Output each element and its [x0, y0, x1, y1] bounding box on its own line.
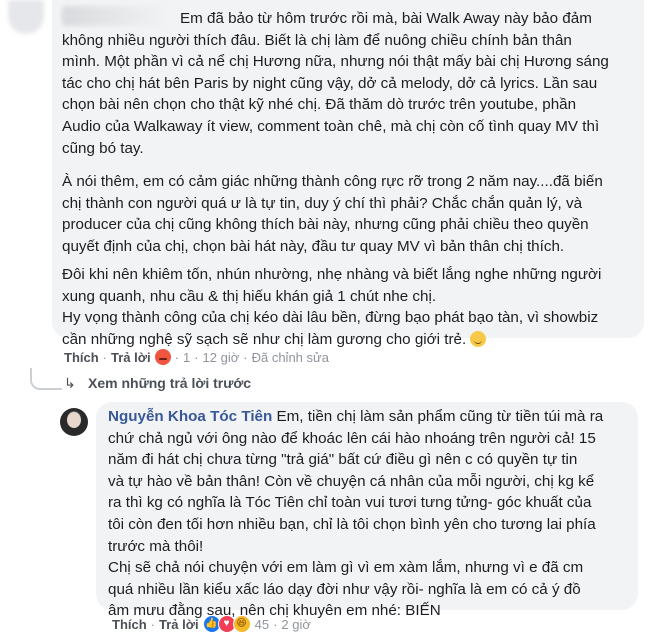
haha-reaction-icon: 😆 — [232, 615, 251, 633]
separator-dot: · — [150, 616, 156, 632]
separator-dot: · — [243, 349, 248, 365]
comment-paragraph-1: Em đã bảo từ hôm trước rồi mà, bài Walk … — [62, 10, 609, 157]
reply-button[interactable]: Trả lời — [159, 617, 199, 632]
comment-paragraph-3: Đôi khi nên khiêm tốn, nhún nhường, nhẹ … — [62, 266, 602, 348]
thread-connector — [30, 368, 62, 390]
separator-dot: · — [102, 349, 108, 365]
blurred-avatar — [8, 0, 44, 34]
comment-actions: Thích · Trả lời · 1 · 12 giờ · Đã chỉnh … — [64, 349, 329, 365]
reply-time[interactable]: 2 giờ — [281, 617, 311, 632]
reply-arrow-icon: ↳ — [64, 375, 76, 391]
view-previous-replies-link[interactable]: Xem những trả lời trước — [88, 375, 251, 391]
like-button[interactable]: Thích — [112, 617, 147, 632]
reply-author-avatar[interactable] — [60, 408, 88, 436]
angry-reaction-icon[interactable] — [154, 349, 171, 365]
reaction-count[interactable]: 1 — [183, 350, 190, 365]
reaction-icons[interactable]: 👍 ♥ 😆 — [202, 615, 251, 633]
separator-dot: · — [194, 349, 199, 365]
reply-text: Nguyễn Khoa Tóc Tiên Em, tiền chị làm sả… — [108, 406, 634, 622]
separator-dot: · — [273, 616, 278, 632]
smile-emoji-icon — [470, 330, 487, 347]
like-button[interactable]: Thích — [64, 350, 99, 365]
edited-label[interactable]: Đã chỉnh sửa — [252, 350, 329, 365]
comment-time[interactable]: 12 giờ — [203, 350, 240, 365]
reply-author-name[interactable]: Nguyễn Khoa Tóc Tiên — [108, 408, 272, 425]
reaction-count[interactable]: 45 — [255, 617, 269, 632]
reply-button[interactable]: Trả lời — [111, 350, 151, 365]
reply-actions: Thích · Trả lời 👍 ♥ 😆 45 · 2 giờ — [112, 615, 311, 633]
separator-dot: · — [174, 349, 179, 365]
reply-body: Em, tiền chị làm sản phẩm cũng từ tiền t… — [108, 408, 604, 620]
comment-paragraph-2: À nói thêm, em có cảm giác những thành c… — [62, 173, 603, 255]
